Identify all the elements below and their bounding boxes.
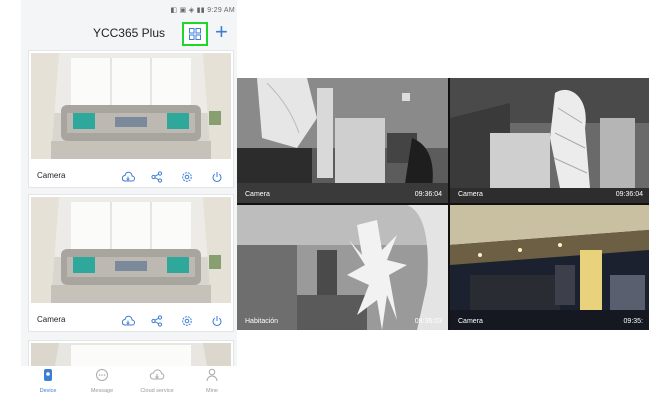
device-icon [44,369,52,381]
tab-label: Cloud service [140,388,174,394]
camera-preview[interactable] [29,341,233,366]
tab-label: Mine [206,388,218,394]
tab-label: Message [90,388,114,394]
status-bar: ◧ ▣ ◈ ▮▮ 9:29 AM [170,6,235,14]
camera-feed [450,205,649,330]
person-icon [206,368,218,382]
plus-icon: + [215,19,228,44]
tab-device[interactable]: Device [23,368,73,394]
camera-card[interactable]: Camera [28,194,234,332]
camera-card[interactable] [28,340,234,367]
status-icons: ◧ ▣ ◈ ▮▮ [170,7,208,14]
camera-card-toolbar: Camera [29,167,233,187]
add-device-button[interactable]: + [215,20,228,44]
tab-mine[interactable]: Mine [187,368,237,394]
camera-timestamp: 09:36:04 [615,191,643,198]
camera-card[interactable]: Camera [28,50,234,188]
status-time: 9:29 AM [207,7,235,14]
message-icon [96,369,108,381]
camera-feed [237,78,448,203]
power-icon[interactable] [211,170,223,188]
grid-view-button[interactable] [182,22,208,46]
grid-icon [189,28,201,40]
phone-app-panel: ◧ ▣ ◈ ▮▮ 9:29 AM YCC365 Plus + Camera Ca… [21,0,237,398]
power-icon[interactable] [211,314,223,332]
cloud-icon[interactable] [121,314,135,332]
camera-tile[interactable]: Habitación 09:36:03 [237,205,448,330]
camera-name: Camera [458,191,483,198]
camera-name: Camera [37,315,66,324]
camera-tile[interactable]: Camera 09:35: [450,205,649,330]
camera-timestamp: 09:36:04 [414,191,442,198]
settings-icon[interactable] [181,170,193,188]
camera-name: Camera [458,318,483,325]
camera-preview[interactable] [31,53,231,159]
camera-tile[interactable]: Camera 09:36:04 [450,78,649,203]
cloud-icon[interactable] [121,170,135,188]
camera-name: Camera [245,191,270,198]
tab-message[interactable]: Message [77,368,127,394]
camera-name: Camera [37,171,66,180]
camera-card-toolbar: Camera [29,311,233,331]
bottom-tab-bar: Device Message Cloud service Mine [21,366,237,398]
settings-icon[interactable] [181,314,193,332]
camera-feed [237,205,448,330]
camera-preview[interactable] [31,197,231,303]
share-icon[interactable] [151,314,163,332]
share-icon[interactable] [151,170,163,188]
camera-timestamp: 09:35: [623,318,643,325]
camera-name: Habitación [245,318,279,325]
camera-timestamp: 09:36:03 [414,318,442,325]
tab-label: Device [39,388,57,394]
tab-cloud-service[interactable]: Cloud service [132,368,182,394]
camera-grid-view: Camera 09:36:04 Camera 09:36:04 Habitaci… [237,78,649,330]
camera-tile[interactable]: Camera 09:36:04 [237,78,448,203]
camera-feed [450,78,649,203]
cloud-service-icon [149,369,165,380]
